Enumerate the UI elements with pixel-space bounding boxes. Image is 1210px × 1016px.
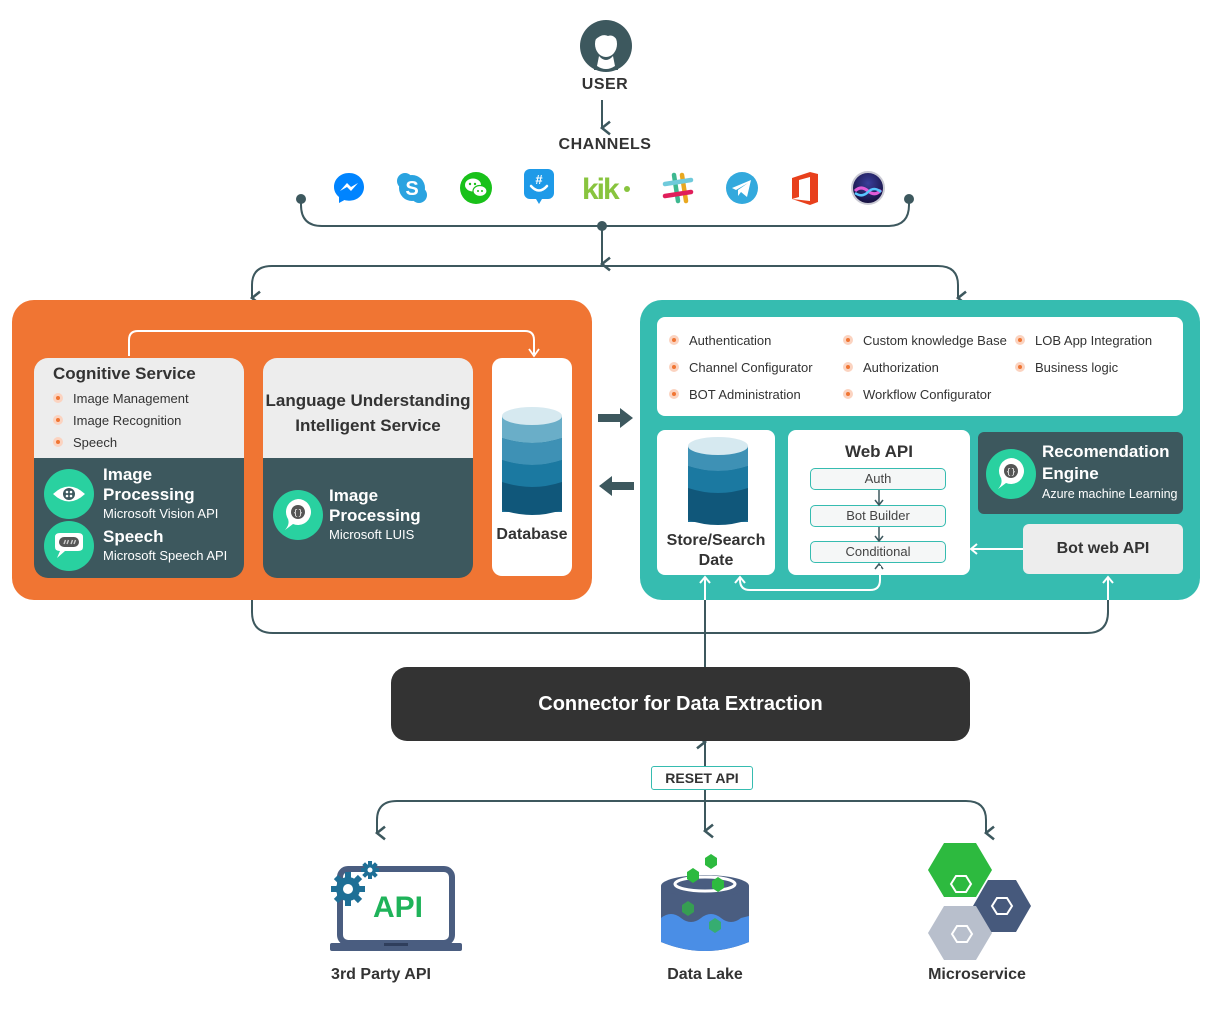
store-search-card: Store/Search Date [657, 430, 775, 575]
service-speech: Speech Microsoft Speech API [44, 521, 227, 571]
store-label-line2: Date [698, 552, 734, 569]
feature-item: BOT Administration [669, 383, 813, 405]
bullet-dot-icon [669, 362, 679, 372]
svg-text:API: API [373, 891, 423, 924]
code-bubble-icon: {} [986, 449, 1036, 499]
bot-web-api-card: Bot web API [1023, 524, 1183, 574]
source-microservice [920, 840, 1040, 965]
luis-card: Language Understanding Intelligent Servi… [263, 358, 473, 578]
luis-title-line1: Language Understanding [265, 391, 471, 410]
svg-text:kik: kik [582, 173, 620, 205]
svg-text:#: # [535, 172, 543, 187]
feature-item: Channel Configurator [669, 356, 813, 378]
bullet-dot-icon [53, 415, 63, 425]
wechat-icon [460, 172, 492, 204]
user-avatar-icon [580, 20, 632, 72]
feature-item: LOB App Integration [1015, 329, 1152, 351]
speech-bubble-icon [44, 521, 94, 571]
groupme-icon: # [524, 169, 554, 204]
connector-box: Connector for Data Extraction [391, 667, 970, 741]
cognitive-service-title: Cognitive Service [53, 364, 196, 383]
channels-label: CHANNELS [558, 136, 652, 153]
microservice-hexagons-icon [928, 843, 1031, 960]
user-node [580, 20, 632, 72]
feature-item: Workflow Configurator [843, 383, 1007, 405]
eye-icon [44, 469, 94, 519]
bracket-node-center [597, 221, 607, 231]
channel-office[interactable] [787, 170, 823, 206]
arrow-right-icon [598, 408, 634, 433]
siri-icon [851, 171, 885, 205]
sources-bracket [376, 800, 987, 833]
split-to-panels [251, 265, 959, 298]
channel-messenger[interactable] [331, 170, 367, 206]
code-bubble-icon: {} [273, 490, 323, 540]
source-data-lake-label: Data Lake [667, 966, 743, 983]
api-laptop-icon: API [330, 861, 462, 951]
channel-telegram[interactable] [724, 170, 760, 206]
cognitive-bullet: Speech [53, 431, 189, 453]
channel-skype[interactable]: S [394, 170, 430, 206]
feature-item: Authentication [669, 329, 813, 351]
channel-slack[interactable] [660, 170, 696, 206]
reset-api-badge: RESET API [651, 766, 753, 790]
svg-text:S: S [405, 178, 418, 200]
bracket-node-right [904, 194, 914, 204]
channel-kik[interactable]: kik [580, 170, 634, 206]
bot-web-api-label: Bot web API [1056, 540, 1150, 557]
bullet-dot-icon [1015, 335, 1025, 345]
office-icon [792, 172, 818, 205]
svg-text:{}: {} [1006, 467, 1016, 476]
database-label: Database [496, 526, 568, 543]
recommendation-engine-card: {} Recomendation Engine Azure machine Le… [978, 432, 1183, 514]
service-luis: {} Image Processing Microsoft LUIS [273, 486, 473, 544]
cognitive-bullet: Image Management [53, 387, 189, 409]
database-card: Database [492, 358, 572, 576]
recommendation-sub: Azure machine Learning [1042, 487, 1178, 501]
source-microservice-label: Microservice [928, 966, 1026, 983]
recommendation-title-line1: Recomendation [1042, 442, 1170, 461]
store-label-line1: Store/Search [666, 532, 766, 549]
svg-text:{}: {} [293, 508, 303, 517]
channel-groupme[interactable]: # [521, 168, 557, 204]
cognitive-bullet: Image Recognition [53, 409, 189, 431]
feature-item: Business logic [1015, 356, 1152, 378]
channel-siri[interactable] [850, 170, 886, 206]
source-3rd-party-api-label: 3rd Party API [331, 966, 431, 983]
bullet-dot-icon [843, 389, 853, 399]
kik-icon: kik [582, 173, 630, 205]
user-label: USER [581, 76, 629, 93]
arrow-left-icon [598, 476, 634, 501]
database-icon [502, 407, 562, 515]
source-3rd-party-api: API [326, 855, 466, 955]
recommendation-title-line2: Engine [1042, 464, 1099, 483]
luis-title-line2: Intelligent Service [295, 416, 441, 435]
channel-wechat[interactable] [458, 170, 494, 206]
slack-icon [662, 172, 694, 204]
bullet-dot-icon [669, 389, 679, 399]
bullet-dot-icon [669, 335, 679, 345]
skype-icon: S [397, 173, 427, 203]
connector-label: Connector for Data Extraction [538, 692, 823, 715]
data-lake-icon [661, 854, 749, 951]
bullet-dot-icon [53, 437, 63, 447]
web-api-card: Web API Auth Bot Builder Conditional [788, 430, 970, 575]
bot-features-card: Authentication Channel Configurator BOT … [657, 317, 1183, 416]
telegram-icon [726, 172, 758, 204]
web-api-flow-arrows [874, 490, 884, 570]
store-database-icon [688, 437, 748, 525]
bullet-dot-icon [53, 393, 63, 403]
bullet-dot-icon [843, 335, 853, 345]
feature-item: Custom knowledge Base [843, 329, 1007, 351]
service-image-processing: Image Processing Microsoft Vision API [44, 465, 244, 523]
bullet-dot-icon [843, 362, 853, 372]
source-data-lake [655, 850, 755, 960]
messenger-icon [334, 173, 364, 203]
cognitive-service-card: Cognitive Service Image Management Image… [34, 358, 244, 578]
bracket-node-left [296, 194, 306, 204]
bullet-dot-icon [1015, 362, 1025, 372]
feature-item: Authorization [843, 356, 1007, 378]
